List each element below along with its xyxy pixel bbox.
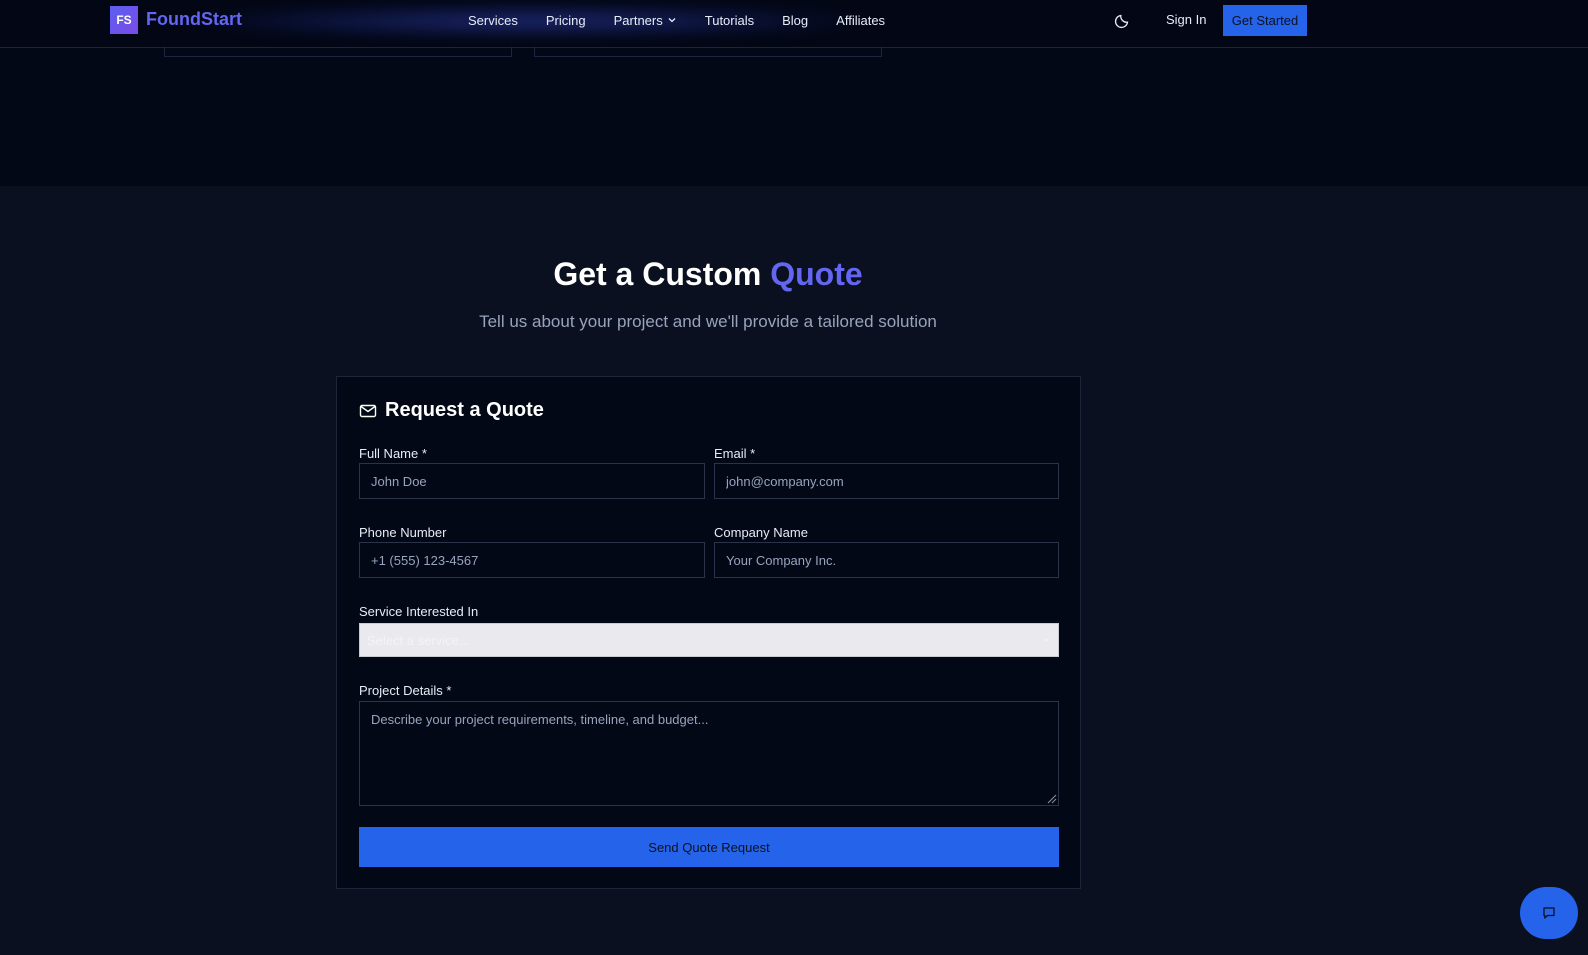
chat-button[interactable] [1520, 887, 1578, 939]
nav-item-label: Affiliates [836, 12, 886, 28]
section-title-accent: Quote [770, 256, 863, 292]
nav-item-label: Services [468, 12, 518, 28]
service-select-value: Select a service... [367, 632, 470, 648]
nav-item-label: Pricing [545, 12, 586, 28]
nav-item-partners[interactable]: Partners [614, 13, 677, 28]
service-label: Service Interested In [359, 604, 479, 619]
chevron-down-icon [668, 18, 676, 23]
company-label: Company Name [714, 525, 808, 540]
form-heading: Request a Quote [359, 399, 544, 422]
logo-text[interactable]: FoundStart [146, 9, 242, 30]
phone-input[interactable] [359, 542, 705, 578]
phone-label: Phone Number [359, 525, 447, 540]
nav-item-affiliates[interactable]: Affiliates [836, 13, 885, 28]
logo-mark[interactable]: FS [110, 6, 138, 34]
main-nav: Services Pricing Partners Tutorials Blog… [468, 0, 913, 40]
nav-item-pricing[interactable]: Pricing [546, 13, 586, 28]
section-title-main: Get a Custom [553, 256, 771, 292]
nav-item-tutorials[interactable]: Tutorials [705, 13, 754, 28]
section-subtitle: Tell us about your project and we'll pro… [479, 312, 937, 331]
quote-form-card: Request a Quote Full Name * Email * Phon… [336, 376, 1081, 889]
top-navbar: FS FoundStart Services Pricing Partners … [0, 0, 1588, 48]
full-name-input[interactable] [359, 463, 705, 499]
get-started-button[interactable]: Get Started [1223, 5, 1307, 36]
project-details-textarea[interactable] [359, 701, 1059, 806]
section-title: Get a Custom Quote [0, 256, 1416, 293]
chat-icon [1543, 907, 1555, 919]
company-input[interactable] [714, 542, 1059, 578]
nav-item-label: Tutorials [704, 12, 755, 28]
nav-item-blog[interactable]: Blog [782, 13, 808, 28]
chevron-down-icon [1043, 638, 1049, 642]
mail-icon [359, 404, 377, 417]
resize-grip-icon[interactable] [1045, 792, 1057, 804]
email-input[interactable] [714, 463, 1059, 499]
nav-item-label: Blog [782, 12, 809, 28]
nav-item-label: Partners [613, 12, 663, 28]
service-select[interactable]: Select a service... [359, 623, 1059, 657]
project-details-label: Project Details * [359, 683, 452, 698]
send-quote-button[interactable]: Send Quote Request [359, 827, 1059, 867]
full-name-label: Full Name * [359, 446, 427, 461]
form-title: Request a Quote [385, 399, 544, 421]
email-label: Email * [714, 446, 756, 461]
nav-item-services[interactable]: Services [468, 13, 518, 28]
moon-icon[interactable] [1114, 11, 1132, 29]
sign-in-link[interactable]: Sign In [1166, 12, 1206, 27]
